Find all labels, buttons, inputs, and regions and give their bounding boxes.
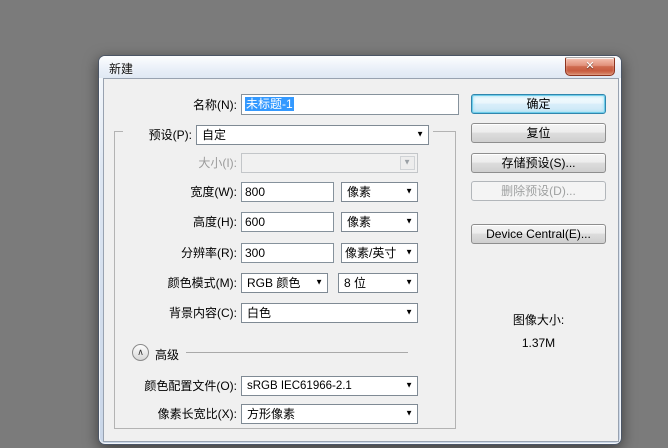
height-unit-select[interactable]: 像素 ▼ bbox=[341, 212, 418, 232]
resolution-input[interactable]: 300 bbox=[241, 243, 334, 263]
color-mode-label: 颜色模式(M): bbox=[105, 276, 237, 290]
dropdown-arrow-icon: ▼ bbox=[405, 279, 413, 287]
save-preset-button[interactable]: 存储预设(S)... bbox=[471, 153, 606, 173]
window-title: 新建 bbox=[109, 60, 133, 77]
dropdown-arrow-icon: ▼ bbox=[405, 249, 413, 257]
chevron-up-icon: ∧ bbox=[137, 347, 144, 357]
width-label: 宽度(W): bbox=[105, 185, 237, 199]
pixel-aspect-value: 方形像素 bbox=[247, 407, 295, 421]
color-mode-value: RGB 颜色 bbox=[247, 276, 300, 290]
bit-depth-value: 8 位 bbox=[344, 276, 366, 290]
advanced-collapse-button[interactable]: ∧ bbox=[132, 344, 149, 361]
width-value: 800 bbox=[245, 185, 265, 199]
resolution-label: 分辨率(R): bbox=[105, 246, 237, 260]
dropdown-arrow-icon: ▼ bbox=[405, 410, 413, 418]
height-value: 600 bbox=[245, 215, 265, 229]
name-input[interactable]: 未标题-1 bbox=[241, 94, 459, 115]
dropdown-arrow-icon: ▼ bbox=[405, 382, 413, 390]
dropdown-arrow-icon: ▼ bbox=[315, 279, 323, 287]
color-profile-value: sRGB IEC61966-2.1 bbox=[247, 380, 352, 392]
delete-preset-button: 删除预设(D)... bbox=[471, 181, 606, 201]
groupbox-top-right-segment bbox=[433, 131, 456, 132]
close-icon: ✕ bbox=[585, 60, 594, 72]
name-label: 名称(N): bbox=[105, 98, 237, 112]
dropdown-arrow-icon: ▼ bbox=[416, 131, 424, 139]
resolution-unit-select[interactable]: 像素/英寸 ▼ bbox=[341, 243, 418, 263]
color-profile-label: 颜色配置文件(O): bbox=[105, 379, 237, 393]
name-selected-text: 未标题-1 bbox=[245, 97, 294, 111]
pixel-aspect-select[interactable]: 方形像素 ▼ bbox=[241, 404, 418, 424]
disabled-arrow-box: ▼ bbox=[400, 156, 415, 170]
ok-button[interactable]: 确定 bbox=[471, 94, 606, 114]
advanced-section-label: 高级 bbox=[155, 346, 179, 363]
color-mode-select[interactable]: RGB 颜色 ▼ bbox=[241, 273, 328, 293]
preset-label: 预设(P): bbox=[105, 128, 192, 142]
preset-value: 自定 bbox=[202, 128, 226, 142]
dropdown-arrow-icon: ▼ bbox=[405, 188, 413, 196]
dropdown-arrow-icon: ▼ bbox=[405, 218, 413, 226]
dropdown-arrow-icon: ▼ bbox=[403, 159, 411, 167]
size-label: 大小(I): bbox=[105, 156, 237, 170]
color-profile-select[interactable]: sRGB IEC61966-2.1 ▼ bbox=[241, 376, 418, 396]
background-contents-select[interactable]: 白色 ▼ bbox=[241, 303, 418, 323]
image-size-value: 1.37M bbox=[471, 336, 606, 350]
resolution-unit-value: 像素/英寸 bbox=[345, 246, 396, 260]
preset-select[interactable]: 自定 ▼ bbox=[196, 125, 429, 145]
close-button[interactable]: ✕ bbox=[565, 57, 615, 76]
bit-depth-select[interactable]: 8 位 ▼ bbox=[338, 273, 418, 293]
reset-button[interactable]: 复位 bbox=[471, 123, 606, 143]
height-label: 高度(H): bbox=[105, 215, 237, 229]
background-contents-label: 背景内容(C): bbox=[105, 306, 237, 320]
dropdown-arrow-icon: ▼ bbox=[405, 309, 413, 317]
width-unit-select[interactable]: 像素 ▼ bbox=[341, 182, 418, 202]
height-unit-value: 像素 bbox=[347, 215, 371, 229]
resolution-value: 300 bbox=[245, 246, 265, 260]
width-input[interactable]: 800 bbox=[241, 182, 334, 202]
height-input[interactable]: 600 bbox=[241, 212, 334, 232]
new-document-dialog: 新建 ✕ 名称(N): 未标题-1 预设(P): 自定 ▼ 大小(I): ▼ 宽… bbox=[98, 55, 622, 445]
pixel-aspect-label: 像素长宽比(X): bbox=[105, 407, 237, 421]
device-central-button[interactable]: Device Central(E)... bbox=[471, 224, 606, 244]
advanced-separator bbox=[186, 352, 408, 353]
image-size-label: 图像大小: bbox=[471, 311, 606, 328]
background-contents-value: 白色 bbox=[247, 306, 271, 320]
size-select: ▼ bbox=[241, 153, 418, 173]
width-unit-value: 像素 bbox=[347, 185, 371, 199]
title-bar[interactable]: 新建 bbox=[99, 56, 621, 78]
